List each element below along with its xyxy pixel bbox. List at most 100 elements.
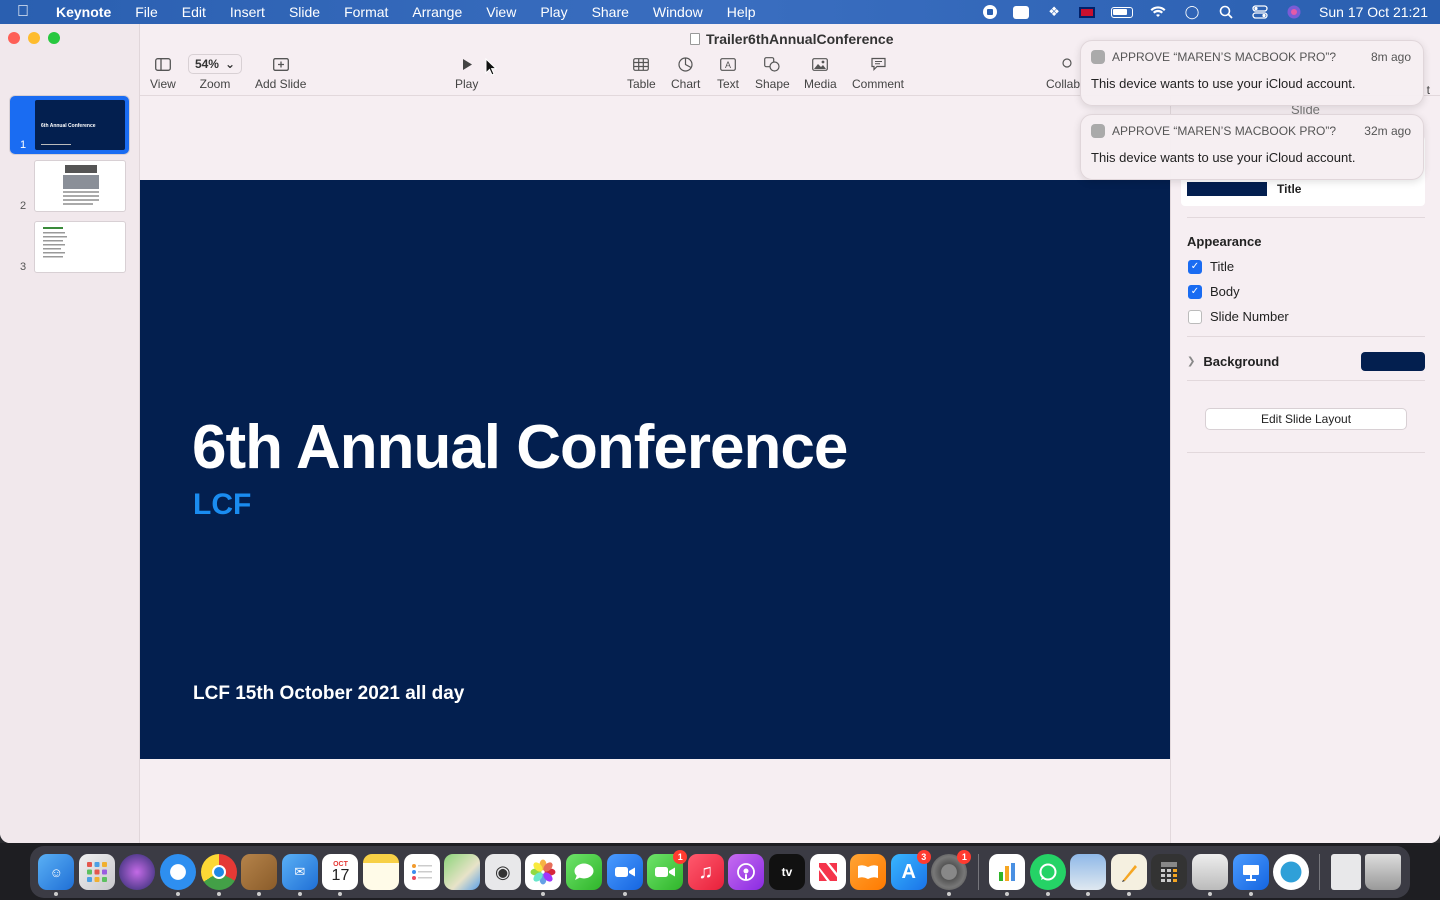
- mail-icon[interactable]: ✉: [281, 854, 318, 896]
- quicktime-icon[interactable]: [1273, 854, 1310, 890]
- menu-format[interactable]: Format: [332, 0, 400, 24]
- numbers-icon[interactable]: [988, 854, 1025, 896]
- chart-button[interactable]: Chart: [671, 54, 700, 91]
- collaborate-button[interactable]: Collab: [1046, 54, 1080, 91]
- slide-number-2: 2: [20, 200, 27, 212]
- documents-stack-icon[interactable]: [1330, 854, 1361, 890]
- facetime-icon[interactable]: 1: [647, 850, 688, 890]
- slide-title-text[interactable]: 6th Annual Conference: [192, 412, 848, 483]
- body-checkbox[interactable]: ✓: [1188, 284, 1202, 299]
- add-slide-button[interactable]: Add Slide: [255, 54, 306, 91]
- notification-banner[interactable]: APPROVE “MAREN’S MACBOOK PRO”? 32m ago T…: [1080, 114, 1424, 180]
- notes-icon[interactable]: [363, 854, 400, 890]
- fullscreen-window-button[interactable]: [48, 32, 60, 44]
- user-account-icon[interactable]: ◯: [1183, 4, 1201, 19]
- input-source-flag-icon[interactable]: [1079, 6, 1096, 18]
- window-title: Trailer6thAnnualConference: [690, 31, 894, 47]
- close-window-button[interactable]: [8, 32, 20, 44]
- trash-icon[interactable]: [1365, 854, 1402, 890]
- edit-slide-layout-button[interactable]: Edit Slide Layout: [1205, 408, 1407, 430]
- zoom-app-icon[interactable]: [1013, 5, 1030, 19]
- keynote-icon[interactable]: [1232, 854, 1269, 896]
- shape-button[interactable]: Shape: [755, 54, 790, 91]
- maps-icon[interactable]: [444, 854, 481, 890]
- menu-file[interactable]: File: [123, 0, 170, 24]
- contacts-icon[interactable]: [241, 854, 278, 896]
- slide-thumbnail-2[interactable]: [34, 160, 126, 212]
- menu-play[interactable]: Play: [528, 0, 579, 24]
- reminders-icon[interactable]: [403, 854, 440, 890]
- view-button[interactable]: View: [150, 54, 176, 91]
- battery-icon[interactable]: [1111, 6, 1134, 18]
- chrome-icon[interactable]: [200, 854, 237, 896]
- running-indicator: [338, 892, 343, 896]
- photos-icon[interactable]: [525, 854, 562, 896]
- menu-view[interactable]: View: [474, 0, 528, 24]
- menu-share[interactable]: Share: [580, 0, 641, 24]
- zoom-popup[interactable]: 54% ⌄: [188, 54, 242, 74]
- app-store-icon[interactable]: A3: [890, 850, 931, 890]
- wifi-icon[interactable]: [1149, 5, 1167, 19]
- calendar-icon[interactable]: OCT 17: [322, 854, 359, 896]
- comment-button[interactable]: Comment: [852, 54, 904, 91]
- screenshot-icon[interactable]: ◉: [484, 854, 521, 890]
- system-preferences-icon[interactable]: 1: [931, 850, 972, 896]
- text-button[interactable]: A Text: [717, 54, 739, 91]
- minimize-window-button[interactable]: [28, 32, 40, 44]
- title-checkbox[interactable]: ✓: [1188, 259, 1202, 274]
- notification-banner[interactable]: APPROVE “MAREN’S MACBOOK PRO”? 8m ago Th…: [1080, 40, 1424, 106]
- preview-icon[interactable]: [1070, 854, 1107, 896]
- slide-number-checkbox[interactable]: [1188, 309, 1202, 324]
- notification-time: 8m ago: [1370, 50, 1411, 64]
- podcasts-icon[interactable]: [728, 854, 765, 890]
- control-center-icon[interactable]: [1251, 5, 1269, 19]
- launchpad-icon[interactable]: [78, 854, 115, 890]
- menu-clock[interactable]: Sun 17 Oct 21:21: [1319, 4, 1428, 20]
- zoom-icon[interactable]: [606, 854, 643, 896]
- current-slide[interactable]: 6th Annual Conference LCF LCF 15th Octob…: [140, 180, 1170, 759]
- table-icon: [633, 54, 650, 74]
- menu-insert[interactable]: Insert: [218, 0, 277, 24]
- finder-icon[interactable]: ☺: [38, 854, 75, 896]
- menu-help[interactable]: Help: [715, 0, 768, 24]
- menu-arrange[interactable]: Arrange: [400, 0, 474, 24]
- printer-icon[interactable]: [1191, 854, 1228, 896]
- table-button[interactable]: Table: [627, 54, 656, 91]
- dropbox-icon[interactable]: ❖: [1045, 4, 1063, 19]
- screen-record-icon[interactable]: [983, 5, 998, 19]
- siri-icon[interactable]: [1285, 5, 1303, 19]
- siri-icon[interactable]: [119, 854, 156, 890]
- body-checkbox-row[interactable]: ✓ Body: [1188, 284, 1240, 299]
- spotlight-search-icon[interactable]: [1217, 5, 1235, 19]
- menu-slide[interactable]: Slide: [277, 0, 332, 24]
- slide-thumbnail-1[interactable]: 6th Annual Conference: [34, 99, 126, 151]
- safari-icon[interactable]: [160, 854, 197, 896]
- menu-edit[interactable]: Edit: [170, 0, 218, 24]
- messages-icon[interactable]: [566, 854, 603, 890]
- apple-tv-icon[interactable]: tv: [768, 854, 805, 890]
- title-checkbox-row[interactable]: ✓ Title: [1188, 259, 1234, 274]
- menu-window[interactable]: Window: [641, 0, 715, 24]
- zoom-control[interactable]: 54% ⌄ Zoom: [188, 54, 242, 91]
- books-icon[interactable]: [850, 854, 887, 890]
- background-row[interactable]: ❯ Background: [1187, 352, 1425, 371]
- background-color-well[interactable]: [1361, 352, 1425, 371]
- slide-body-text[interactable]: LCF 15th October 2021 all day: [193, 683, 464, 705]
- chevron-right-icon[interactable]: ❯: [1187, 356, 1195, 367]
- slide-canvas[interactable]: 6th Annual Conference LCF LCF 15th Octob…: [140, 96, 1170, 843]
- pages-icon[interactable]: [1110, 854, 1147, 896]
- apple-menu-icon[interactable]: : [0, 3, 46, 21]
- news-icon[interactable]: [809, 854, 846, 890]
- slide-number-checkbox-label: Slide Number: [1210, 309, 1289, 324]
- play-button[interactable]: Play: [455, 54, 478, 91]
- media-button[interactable]: Media: [804, 54, 837, 91]
- calculator-icon[interactable]: [1151, 854, 1188, 890]
- media-label: Media: [804, 77, 837, 91]
- music-icon[interactable]: ♫: [687, 854, 724, 890]
- slide-subtitle-text[interactable]: LCF: [193, 488, 251, 522]
- slide-thumbnail-3[interactable]: [34, 221, 126, 273]
- menu-app-keynote[interactable]: Keynote: [46, 0, 123, 24]
- whatsapp-icon[interactable]: [1029, 854, 1066, 896]
- slide-number-checkbox-row[interactable]: Slide Number: [1188, 309, 1289, 324]
- inspector-tab-partial[interactable]: t: [1427, 83, 1430, 97]
